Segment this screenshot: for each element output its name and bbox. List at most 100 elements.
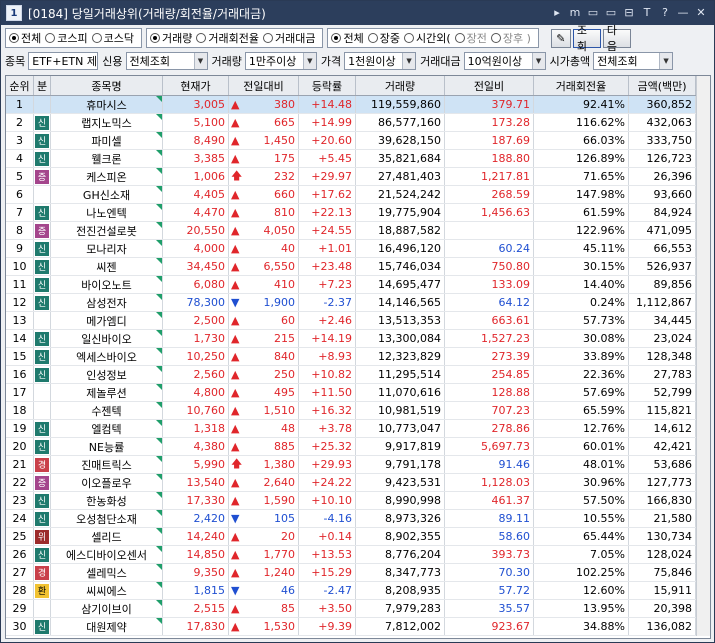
stock-name-cell[interactable]: 전진건설로봇 (51, 222, 163, 239)
stock-name-cell[interactable]: 한농화성 (51, 492, 163, 509)
session-regular-radio[interactable]: 장중 (367, 30, 400, 46)
table-row[interactable]: 1 휴마시스 3,005 ▲ 380 +14.48 119,559,860 379.71 92.… (6, 96, 696, 114)
ranking-grid[interactable]: 순위 분 종목명 현재가 전일대비 등락률 거래량 전일비 거래회전율 금액(백… (5, 75, 711, 639)
stock-name-cell[interactable]: 파미셀 (51, 132, 163, 149)
table-row[interactable]: 12 신 삼성전자 78,300 ▼ 1,900 -2.37 14,146,565 64.12 0… (6, 294, 696, 312)
table-row[interactable]: 5 증 케스피온 1,006 🡅 232 +29.97 27,481,403 1,217.81 7… (6, 168, 696, 186)
table-row[interactable]: 25 위 셀리드 14,240 ▲ 20 +0.14 8,902,355 58.60 65.44%… (6, 528, 696, 546)
table-row[interactable]: 8 증 전진건설로봇 20,550 ▲ 4,050 +24.55 18,887,582 122.… (6, 222, 696, 240)
table-row[interactable]: 6 GH신소재 4,405 ▲ 660 +17.62 21,524,242 268.59 147… (6, 186, 696, 204)
stock-name-cell[interactable]: 일신바이오 (51, 330, 163, 347)
session-all-radio[interactable]: 전체 (331, 30, 364, 46)
link-icon[interactable]: ▭ (586, 5, 600, 19)
table-row[interactable]: 15 신 엑세스바이오 10,250 ▲ 840 +8.93 12,323,829 273.39… (6, 348, 696, 366)
market-kospi-radio[interactable]: 코스피 (45, 30, 88, 46)
table-row[interactable]: 3 신 파미셀 8,490 ▲ 1,450 +20.60 39,628,150 187.69 66… (6, 132, 696, 150)
stock-name-cell[interactable]: 오성첨단소재 (51, 510, 163, 527)
stock-name-cell[interactable]: 제놀루션 (51, 384, 163, 401)
stock-name-cell[interactable]: 모나리자 (51, 240, 163, 257)
table-row[interactable]: 30 신 대원제약 17,830 ▲ 1,530 +9.39 7,812,002 923.67 3… (6, 618, 696, 636)
stock-name-cell[interactable]: 나노엔텍 (51, 204, 163, 221)
column-header[interactable]: 현재가 (163, 76, 229, 95)
table-row[interactable]: 27 경 셀레믹스 9,350 ▲ 1,240 +15.29 8,347,773 70.30 10… (6, 564, 696, 582)
stock-name-cell[interactable]: 셀리드 (51, 528, 163, 545)
font-size-icon[interactable]: T (640, 5, 654, 19)
afterhours-post-radio[interactable]: 장후 ) (490, 30, 531, 46)
stock-name-cell[interactable]: 씨씨에스 (51, 582, 163, 599)
stock-name-cell[interactable]: 씨젠 (51, 258, 163, 275)
table-row[interactable]: 7 신 나노엔텍 4,470 ▲ 810 +22.13 19,775,904 1,456.63 6… (6, 204, 696, 222)
stock-name-cell[interactable]: 삼성전자 (51, 294, 163, 311)
column-header[interactable]: 거래회전율 (534, 76, 629, 95)
screen-icon[interactable]: ▭ (604, 5, 618, 19)
close-icon[interactable]: ✕ (694, 5, 708, 19)
item-filter-select[interactable]: ETF+ETN 제▼ (28, 52, 99, 70)
sort-turnover-radio[interactable]: 거래회전율 (196, 30, 259, 46)
table-row[interactable]: 17 제놀루션 4,800 ▲ 495 +11.50 11,070,616 128.88 57.… (6, 384, 696, 402)
price-filter-select[interactable]: 1천원이상 ▼ (344, 52, 417, 70)
stock-name-cell[interactable]: 휴마시스 (51, 96, 163, 113)
market-kosdaq-radio[interactable]: 코스닥 (91, 30, 134, 46)
stock-name-cell[interactable]: 랩지노믹스 (51, 114, 163, 131)
minimize-icon[interactable]: — (676, 5, 690, 19)
table-row[interactable]: 4 신 웰크론 3,385 ▲ 175 +5.45 35,821,684 188.80 126.8… (6, 150, 696, 168)
next-button[interactable]: 다음 (602, 24, 631, 53)
stock-name-cell[interactable]: 셀레믹스 (51, 564, 163, 581)
afterhours-pre-radio[interactable]: 장전 (454, 30, 487, 46)
table-row[interactable]: 19 신 엘컴텍 1,318 ▲ 48 +3.78 10,773,047 278.86 12.76… (6, 420, 696, 438)
search-button[interactable]: 조회 (572, 24, 601, 53)
stock-name-cell[interactable]: 인성정보 (51, 366, 163, 383)
vertical-scrollbar[interactable] (696, 76, 710, 636)
stock-name-cell[interactable]: 바이오노트 (51, 276, 163, 293)
column-header[interactable]: 전일비 (445, 76, 534, 95)
stock-name-cell[interactable]: 웰크론 (51, 150, 163, 167)
column-header[interactable]: 종목명 (51, 76, 163, 95)
column-header[interactable]: 전일대비 (229, 76, 299, 95)
help-icon[interactable]: ? (658, 5, 672, 19)
table-row[interactable]: 22 증 이오플로우 13,540 ▲ 2,640 +24.22 9,423,531 1,128… (6, 474, 696, 492)
stock-name-cell[interactable]: 케스피온 (51, 168, 163, 185)
stock-name-cell[interactable]: NE능률 (51, 438, 163, 455)
stock-name-cell[interactable]: GH신소재 (51, 186, 163, 203)
window-icon[interactable]: ⊟ (622, 5, 636, 19)
stock-name-cell[interactable]: 진매트릭스 (51, 456, 163, 473)
stock-name-cell[interactable]: 삼기이브이 (51, 600, 163, 617)
cap-filter-select[interactable]: 전체조회 ▼ (593, 52, 674, 70)
stock-name-cell[interactable]: 대원제약 (51, 618, 163, 635)
stock-name-cell[interactable]: 엑세스바이오 (51, 348, 163, 365)
stock-name-cell[interactable]: 엘컴텍 (51, 420, 163, 437)
table-row[interactable]: 29 삼기이브이 2,515 ▲ 85 +3.50 7,979,283 35.57 13.95%… (6, 600, 696, 618)
table-row[interactable]: 26 신 에스디바이오센서 14,850 ▲ 1,770 +13.53 8,776,204 39… (6, 546, 696, 564)
stock-name-cell[interactable]: 메가엠디 (51, 312, 163, 329)
market-all-radio[interactable]: 전체 (9, 30, 41, 46)
stock-name-cell[interactable]: 수젠텍 (51, 402, 163, 419)
table-row[interactable]: 11 신 바이오노트 6,080 ▲ 410 +7.23 14,695,477 133.09 14… (6, 276, 696, 294)
stock-name-cell[interactable]: 에스디바이오센서 (51, 546, 163, 563)
table-row[interactable]: 10 신 씨젠 34,450 ▲ 6,550 +23.48 15,746,034 750.80 3… (6, 258, 696, 276)
amount-filter-select[interactable]: 10억원이상 ▼ (463, 52, 546, 70)
credit-filter-select[interactable]: 전체조회 ▼ (125, 52, 208, 70)
column-header[interactable]: 순위 (6, 76, 34, 95)
table-row[interactable]: 28 환 씨씨에스 1,815 ▼ 46 -2.47 8,208,935 57.72 12.60%… (6, 582, 696, 600)
column-header[interactable]: 분 (34, 76, 51, 95)
session-afterhours-radio[interactable]: 시간외( (403, 30, 451, 46)
table-row[interactable]: 9 신 모나리자 4,000 ▲ 40 +1.01 16,496,120 60.24 45.11%… (6, 240, 696, 258)
column-header[interactable]: 등락률 (299, 76, 356, 95)
play-icon[interactable]: ▸ (550, 5, 564, 19)
stock-name-cell[interactable]: 이오플로우 (51, 474, 163, 491)
memo-icon[interactable]: m (568, 5, 582, 19)
sort-volume-radio[interactable]: 거래량 (150, 30, 192, 46)
table-row[interactable]: 16 신 인성정보 2,560 ▲ 250 +10.82 11,295,514 254.85 22… (6, 366, 696, 384)
table-row[interactable]: 14 신 일신바이오 1,730 ▲ 215 +14.19 13,300,084 1,527.2… (6, 330, 696, 348)
table-row[interactable]: 13 메가엠디 2,500 ▲ 60 +2.46 13,513,353 663.61 57.73… (6, 312, 696, 330)
table-row[interactable]: 21 경 진매트릭스 5,990 🡅 1,380 +29.93 9,791,178 91.46 4… (6, 456, 696, 474)
table-row[interactable]: 20 신 NE능률 4,380 ▲ 885 +25.32 9,917,819 5,697.73 6… (6, 438, 696, 456)
column-header[interactable]: 금액(백만) (629, 76, 696, 95)
table-row[interactable]: 2 신 랩지노믹스 5,100 ▲ 665 +14.99 86,577,160 173.28 11… (6, 114, 696, 132)
table-row[interactable]: 24 신 오성첨단소재 2,420 ▼ 105 -4.16 8,973,326 89.11 10.… (6, 510, 696, 528)
table-row[interactable]: 18 수젠텍 10,760 ▲ 1,510 +16.32 10,981,519 707.23 6… (6, 402, 696, 420)
table-row[interactable]: 23 신 한농화성 17,330 ▲ 1,590 +10.10 8,990,998 461.37… (6, 492, 696, 510)
volume-filter-select[interactable]: 1만주이상 ▼ (244, 52, 317, 70)
column-header[interactable]: 거래량 (356, 76, 445, 95)
settings-button[interactable]: ✎ (550, 28, 571, 48)
